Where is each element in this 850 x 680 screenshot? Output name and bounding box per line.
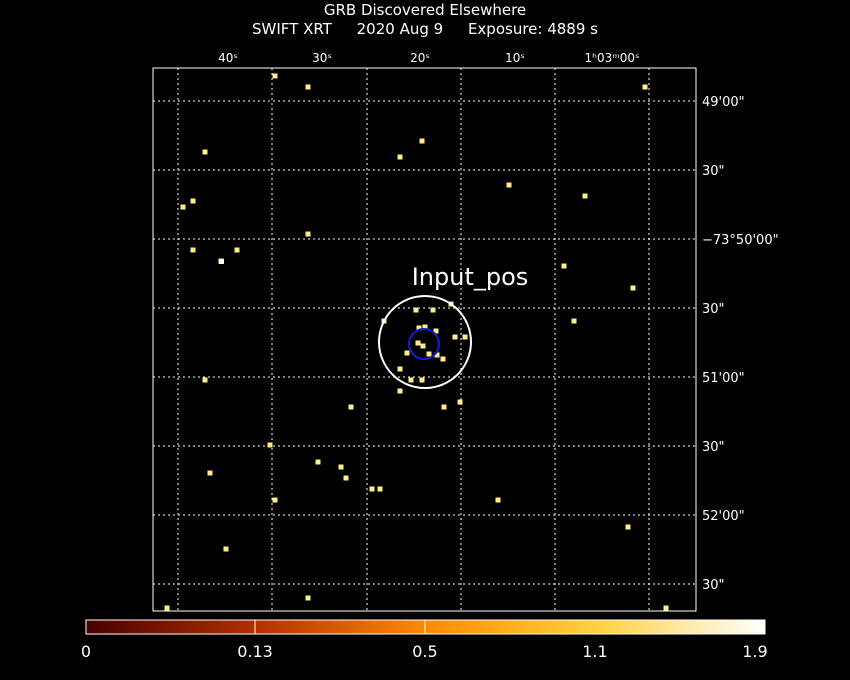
photon-event — [315, 459, 321, 465]
dec-tick-labels: 49'00" 30" −73°50'00" 30" 51'00" 30" 52'00" 30" — [702, 95, 779, 593]
ra-tick-label: 20ˢ — [410, 51, 430, 65]
dec-tick-label: 49'00" — [702, 95, 745, 110]
photon-event — [452, 334, 458, 340]
photon-event — [495, 497, 501, 503]
photon-event — [441, 404, 447, 410]
colorbar-label: 1.1 — [582, 642, 608, 661]
ra-tick-label: 10ˢ — [505, 51, 525, 65]
photon-event — [369, 486, 375, 492]
photon-event — [625, 524, 631, 530]
dec-tick-label: 30" — [702, 578, 725, 593]
photon-event — [164, 605, 170, 611]
ra-tick-labels: 40ˢ 30ˢ 20ˢ 10ˢ 1ʰ03ᵐ00ˢ — [218, 51, 639, 65]
photon-event — [343, 475, 349, 481]
photon-event — [219, 259, 224, 264]
dec-tick-label: 30" — [702, 164, 725, 179]
photon-event — [397, 154, 403, 160]
dec-tick-label: 52'00" — [702, 509, 745, 524]
photon-event — [190, 198, 196, 204]
photon-event — [267, 442, 273, 448]
ra-tick-label: 40ˢ — [218, 51, 238, 65]
photon-event — [663, 605, 669, 611]
photon-event — [430, 307, 436, 313]
photon-event — [348, 404, 354, 410]
photon-event — [305, 595, 311, 601]
photon-events — [164, 73, 669, 611]
photon-event — [419, 377, 425, 383]
photon-event — [404, 350, 410, 356]
photon-event — [180, 204, 186, 210]
photon-event — [571, 318, 577, 324]
photon-event — [202, 377, 208, 383]
coordinate-grid — [153, 68, 696, 611]
photon-event — [426, 351, 432, 357]
photon-event — [457, 399, 463, 405]
photon-event — [506, 182, 512, 188]
colorbar-label: 0 — [80, 642, 92, 661]
photon-event — [234, 247, 240, 253]
photon-event — [419, 138, 425, 144]
photon-event — [408, 377, 414, 383]
ra-tick-label: 1ʰ03ᵐ00ˢ — [585, 51, 640, 65]
photon-event — [420, 343, 426, 349]
colorbar-label: 0.13 — [237, 642, 273, 661]
photon-event — [272, 497, 278, 503]
photon-event — [338, 464, 344, 470]
colorbar-label: 1.9 — [742, 642, 768, 661]
dec-tick-label: 30" — [702, 302, 725, 317]
photon-event — [561, 263, 567, 269]
photon-event — [272, 73, 278, 79]
photon-event — [397, 366, 403, 372]
photon-event — [377, 486, 383, 492]
photon-event — [397, 388, 403, 394]
source-label: Input_pos — [412, 263, 529, 291]
photon-event — [413, 307, 419, 313]
photon-event — [202, 149, 208, 155]
photon-event — [305, 231, 311, 237]
dec-tick-label: −73°50'00" — [702, 233, 779, 248]
photon-event — [223, 546, 229, 552]
dec-tick-label: 51'00" — [702, 371, 745, 386]
photon-event — [642, 84, 648, 90]
xray-image-plot: Input_pos 40ˢ 30ˢ 20ˢ 10ˢ 1ʰ03ᵐ00ˢ 49'00" 30"… — [85, 51, 779, 635]
colorbar-label: 0.5 — [412, 642, 438, 661]
photon-event — [305, 84, 311, 90]
photon-event — [582, 193, 588, 199]
dec-tick-label: 30" — [702, 440, 725, 455]
ra-tick-label: 30ˢ — [312, 51, 332, 65]
photon-event — [415, 340, 421, 346]
source-extraction-circle — [378, 295, 472, 389]
photon-event — [630, 285, 636, 291]
image-frame — [152, 67, 697, 612]
photon-event — [462, 334, 468, 340]
photon-event — [440, 356, 446, 362]
photon-event — [190, 247, 196, 253]
photon-event — [207, 470, 213, 476]
